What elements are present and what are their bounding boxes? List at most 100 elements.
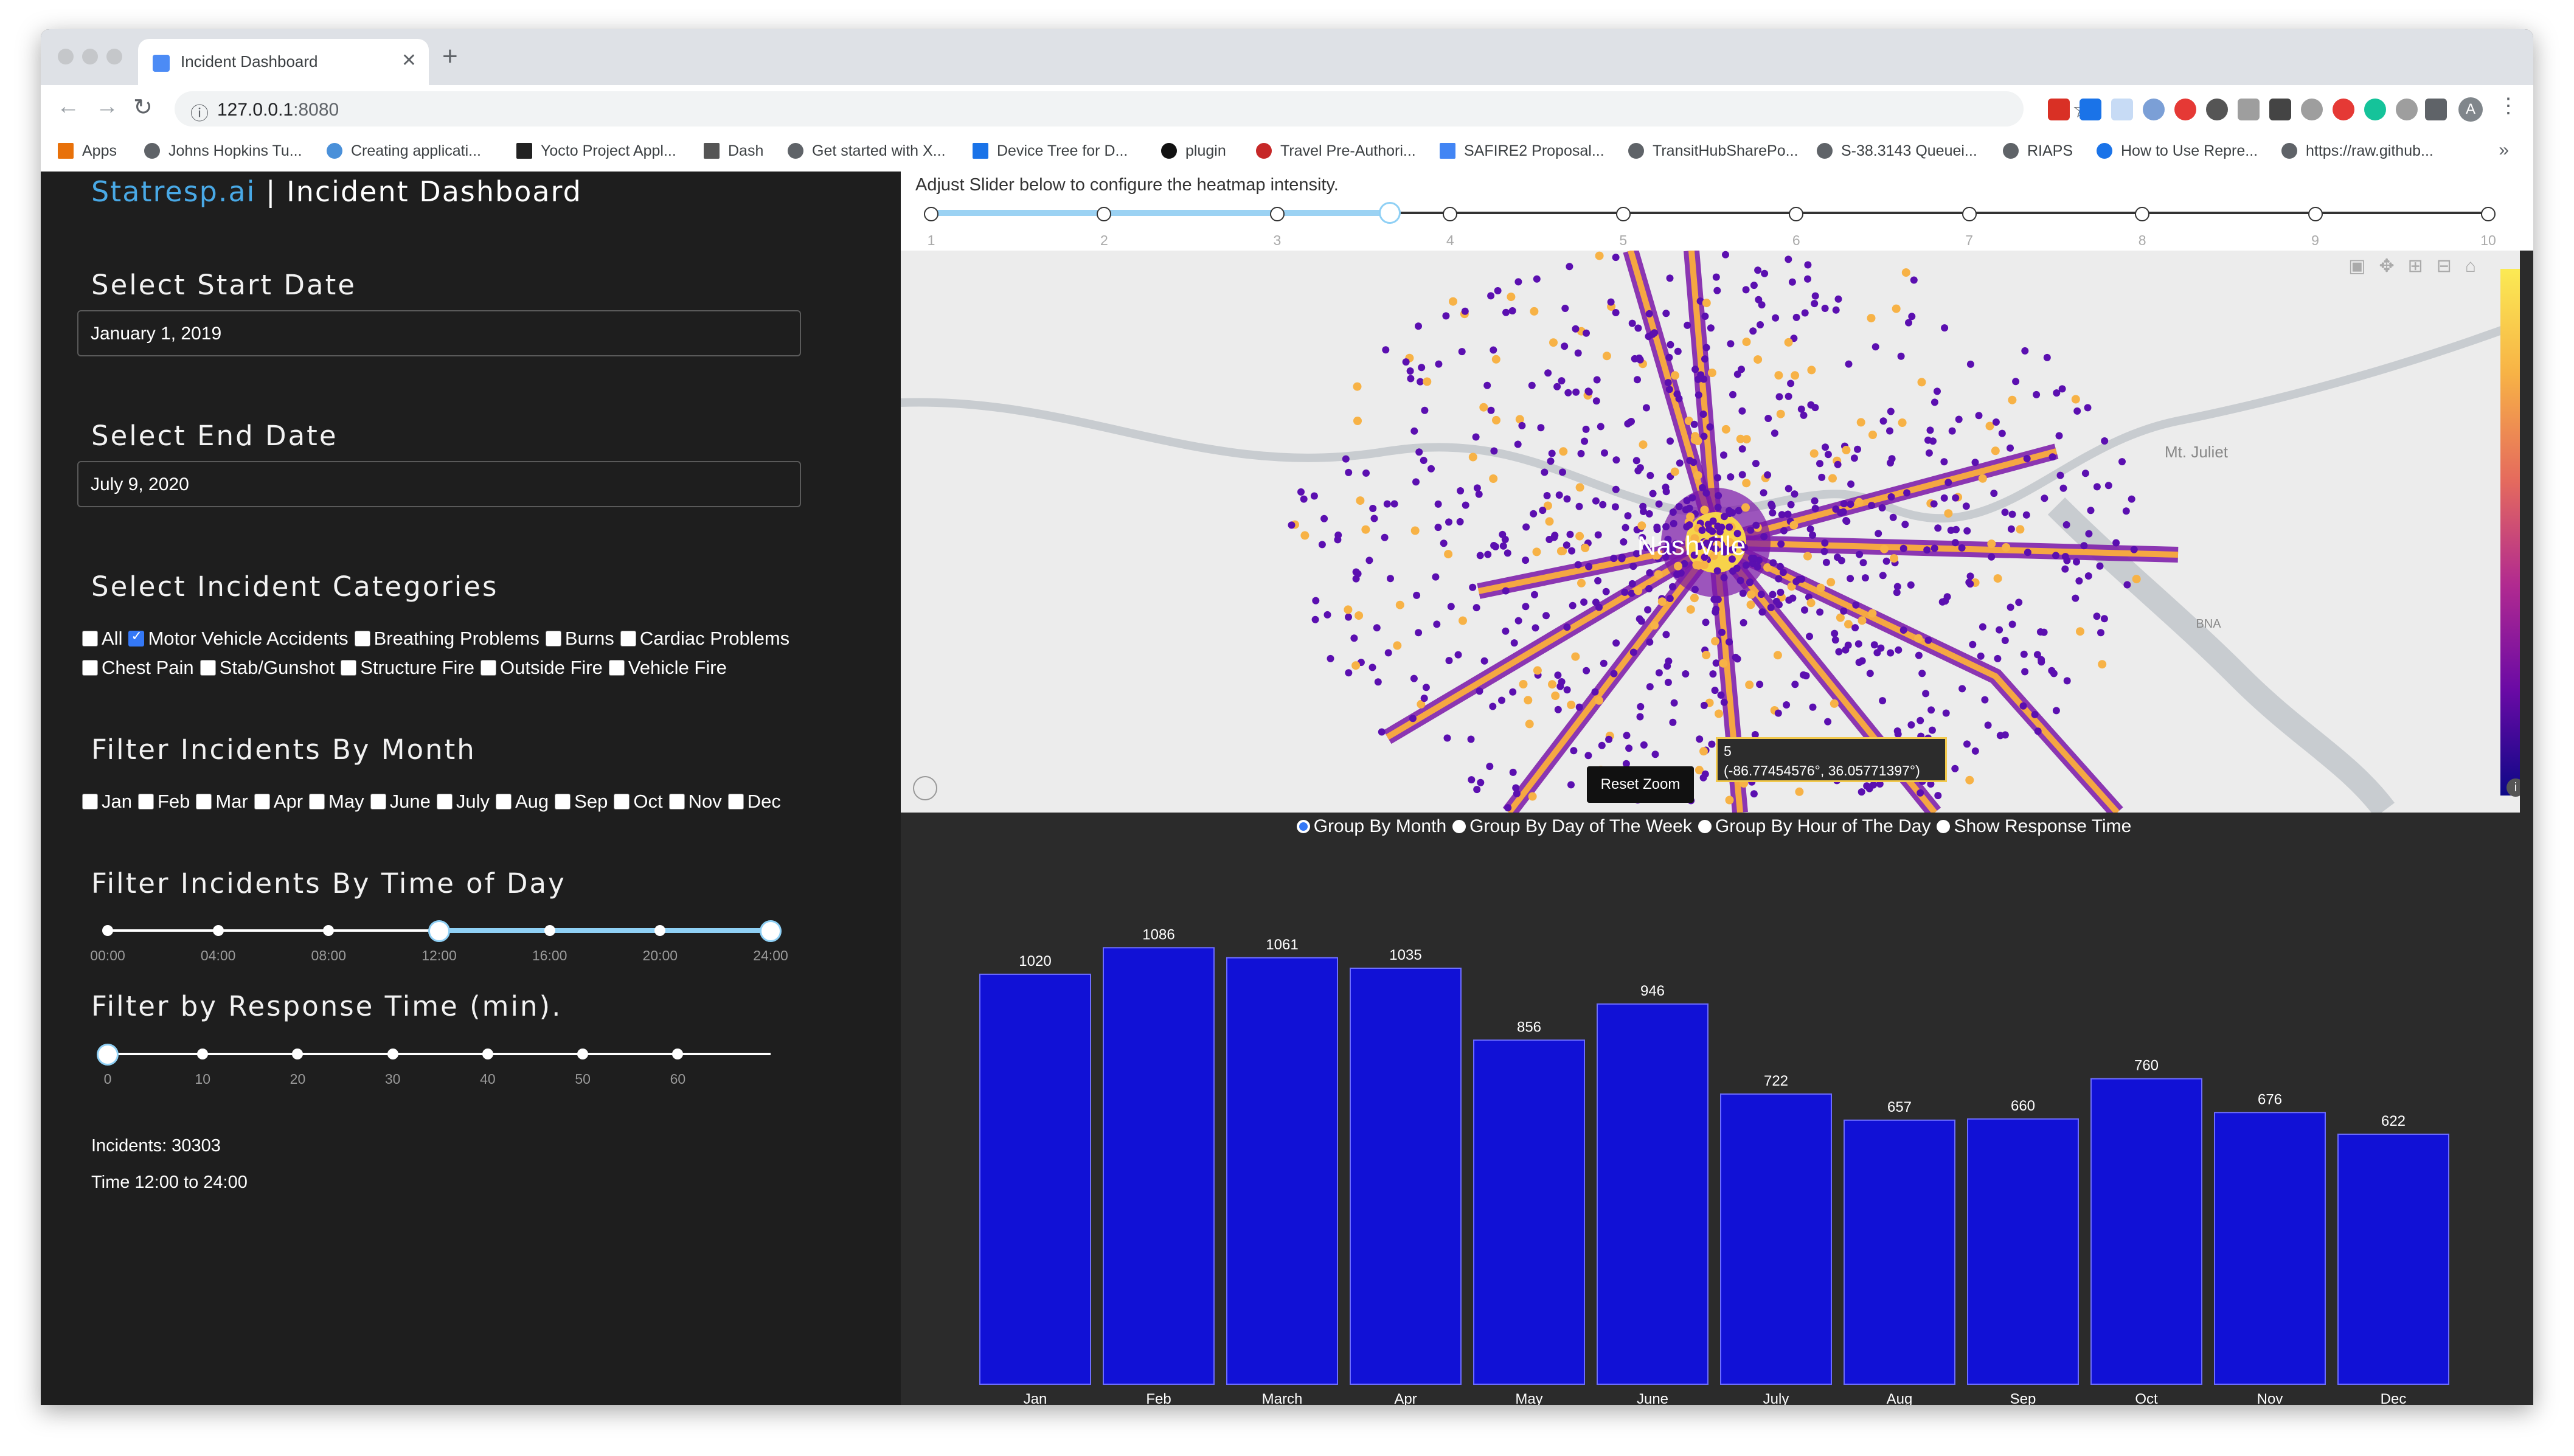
response-time-slider[interactable]: 0 10 20 30 40 50 60 (97, 1044, 771, 1087)
reload-icon[interactable]: ↻ (133, 94, 153, 121)
category-checkbox[interactable]: Stab/Gunshot (199, 657, 335, 678)
radio-button[interactable] (1698, 820, 1712, 833)
checkbox[interactable] (82, 794, 98, 809)
slider-handle[interactable] (1378, 202, 1401, 224)
puzzle-icon[interactable] (2425, 99, 2447, 120)
browser-tab[interactable]: Incident Dashboard ✕ (138, 39, 429, 85)
category-checkbox[interactable]: Burns (545, 628, 614, 649)
checkbox[interactable] (480, 660, 496, 676)
bookmark-item[interactable]: Yocto Project Appl... (516, 142, 676, 160)
checkbox[interactable] (254, 794, 270, 809)
group-by-option[interactable]: Group By Hour of The Day (1698, 816, 1930, 836)
info-icon[interactable]: i (2506, 778, 2520, 797)
bookmark-item[interactable]: plugin (1161, 142, 1226, 160)
time-of-day-slider[interactable]: 00:00 04:00 08:00 12:00 16:00 20:00 24:00 (90, 920, 788, 963)
extension-icon[interactable] (2048, 99, 2070, 120)
more-menu-icon[interactable]: ⋮ (2498, 94, 2519, 118)
home-icon[interactable]: ⌂ (2465, 256, 2489, 276)
chevron-right-icon[interactable]: » (2499, 140, 2509, 161)
bookmark-item[interactable]: Device Tree for D... (973, 142, 1128, 160)
category-checkbox[interactable]: Jan (82, 791, 132, 812)
maximize-window-button[interactable] (106, 49, 122, 64)
extension-icon[interactable] (2301, 99, 2323, 120)
group-by-option[interactable]: Group By Day of The Week (1452, 816, 1692, 836)
close-window-button[interactable] (58, 49, 74, 64)
slider-handle[interactable] (428, 920, 450, 942)
slider-handle[interactable] (760, 920, 782, 942)
bookmark-item[interactable]: Apps (58, 142, 117, 160)
category-checkbox[interactable]: Cardiac Problems (620, 628, 789, 649)
end-date-input[interactable]: July 9, 2020 (77, 461, 801, 507)
close-icon[interactable]: ✕ (401, 50, 417, 71)
bookmark-item[interactable]: RIAPS (2003, 142, 2073, 160)
extension-icon[interactable] (2238, 99, 2260, 120)
avatar[interactable]: A (2458, 97, 2483, 122)
zoom-out-icon[interactable]: ⊟ (2437, 256, 2465, 276)
checkbox[interactable] (668, 794, 685, 809)
minimize-window-button[interactable] (82, 49, 98, 64)
bookmark-item[interactable]: S-38.3143 Queuei... (1817, 142, 1977, 160)
bookmark-item[interactable]: Travel Pre-Authori... (1256, 142, 1416, 160)
category-checkbox[interactable]: Breathing Problems (354, 628, 539, 649)
group-by-option[interactable]: Group By Month (1296, 816, 1446, 836)
bookmark-item[interactable]: SAFIRE2 Proposal... (1440, 142, 1604, 160)
bookmark-item[interactable]: Johns Hopkins Tu... (144, 142, 302, 160)
checkbox[interactable] (555, 794, 571, 809)
checkbox[interactable] (137, 794, 154, 809)
group-by-option[interactable]: Show Response Time (1937, 816, 2131, 836)
extension-icon[interactable] (2269, 99, 2291, 120)
category-checkbox[interactable]: Dec (727, 791, 781, 812)
checkbox[interactable] (545, 631, 561, 647)
bookmark-item[interactable]: https://raw.github... (2281, 142, 2434, 160)
category-checkbox[interactable]: Mar (196, 791, 248, 812)
bookmark-item[interactable]: How to Use Repre... (2097, 142, 2258, 160)
category-checkbox[interactable]: Oct (614, 791, 663, 812)
radio-button[interactable] (1937, 820, 1951, 833)
forward-icon[interactable]: → (95, 94, 119, 120)
extension-icon[interactable] (2111, 99, 2133, 120)
checkbox[interactable] (614, 794, 630, 809)
category-checkbox[interactable]: Structure Fire (341, 657, 474, 678)
category-checkbox[interactable]: Apr (254, 791, 303, 812)
checkbox[interactable] (199, 660, 216, 676)
checkbox[interactable] (82, 631, 98, 647)
radio-button[interactable] (1452, 820, 1466, 833)
bookmark-item[interactable]: Dash (704, 142, 763, 160)
category-checkbox[interactable]: Motor Vehicle Accidents (128, 628, 349, 649)
extension-icon[interactable] (2080, 99, 2101, 120)
category-checkbox[interactable]: Aug (496, 791, 549, 812)
heatmap-intensity-slider[interactable] (924, 202, 2496, 224)
bookmark-item[interactable]: TransitHubSharePo... (1628, 142, 1798, 160)
checkbox[interactable] (196, 794, 212, 809)
category-checkbox[interactable]: Feb (137, 791, 190, 812)
bookmark-item[interactable]: Get started with X... (788, 142, 946, 160)
camera-icon[interactable]: ▣ (2348, 256, 2379, 276)
category-checkbox[interactable]: Nov (668, 791, 722, 812)
category-checkbox[interactable]: July (436, 791, 490, 812)
category-checkbox[interactable]: All (82, 628, 122, 649)
new-tab-icon[interactable]: + (442, 41, 458, 72)
slider-handle[interactable] (97, 1044, 119, 1066)
extension-icon[interactable] (2396, 99, 2418, 120)
category-checkbox[interactable]: Sep (555, 791, 608, 812)
checkbox[interactable] (354, 631, 370, 647)
grammarly-icon[interactable] (2364, 99, 2386, 120)
reset-zoom-button[interactable]: Reset Zoom (1587, 766, 1694, 803)
checkbox[interactable] (608, 660, 625, 676)
checkbox[interactable] (309, 794, 325, 809)
category-checkbox[interactable]: May (309, 791, 364, 812)
category-checkbox[interactable]: Vehicle Fire (608, 657, 727, 678)
category-checkbox[interactable]: Outside Fire (480, 657, 603, 678)
bookmark-item[interactable]: Creating applicati... (327, 142, 481, 160)
checkbox[interactable] (496, 794, 512, 809)
zoom-in-icon[interactable]: ⊞ (2408, 256, 2437, 276)
adblock-icon[interactable] (2333, 99, 2354, 120)
checkbox[interactable] (341, 660, 357, 676)
start-date-input[interactable]: January 1, 2019 (77, 310, 801, 356)
extension-icon[interactable] (2206, 99, 2228, 120)
checkbox[interactable] (370, 794, 386, 809)
checkbox[interactable] (82, 660, 98, 676)
address-bar[interactable]: ⓘ 127.0.0.1:8080 ☆ (175, 91, 2093, 127)
pan-icon[interactable]: ✥ (2379, 256, 2407, 276)
checkbox[interactable] (727, 794, 744, 809)
